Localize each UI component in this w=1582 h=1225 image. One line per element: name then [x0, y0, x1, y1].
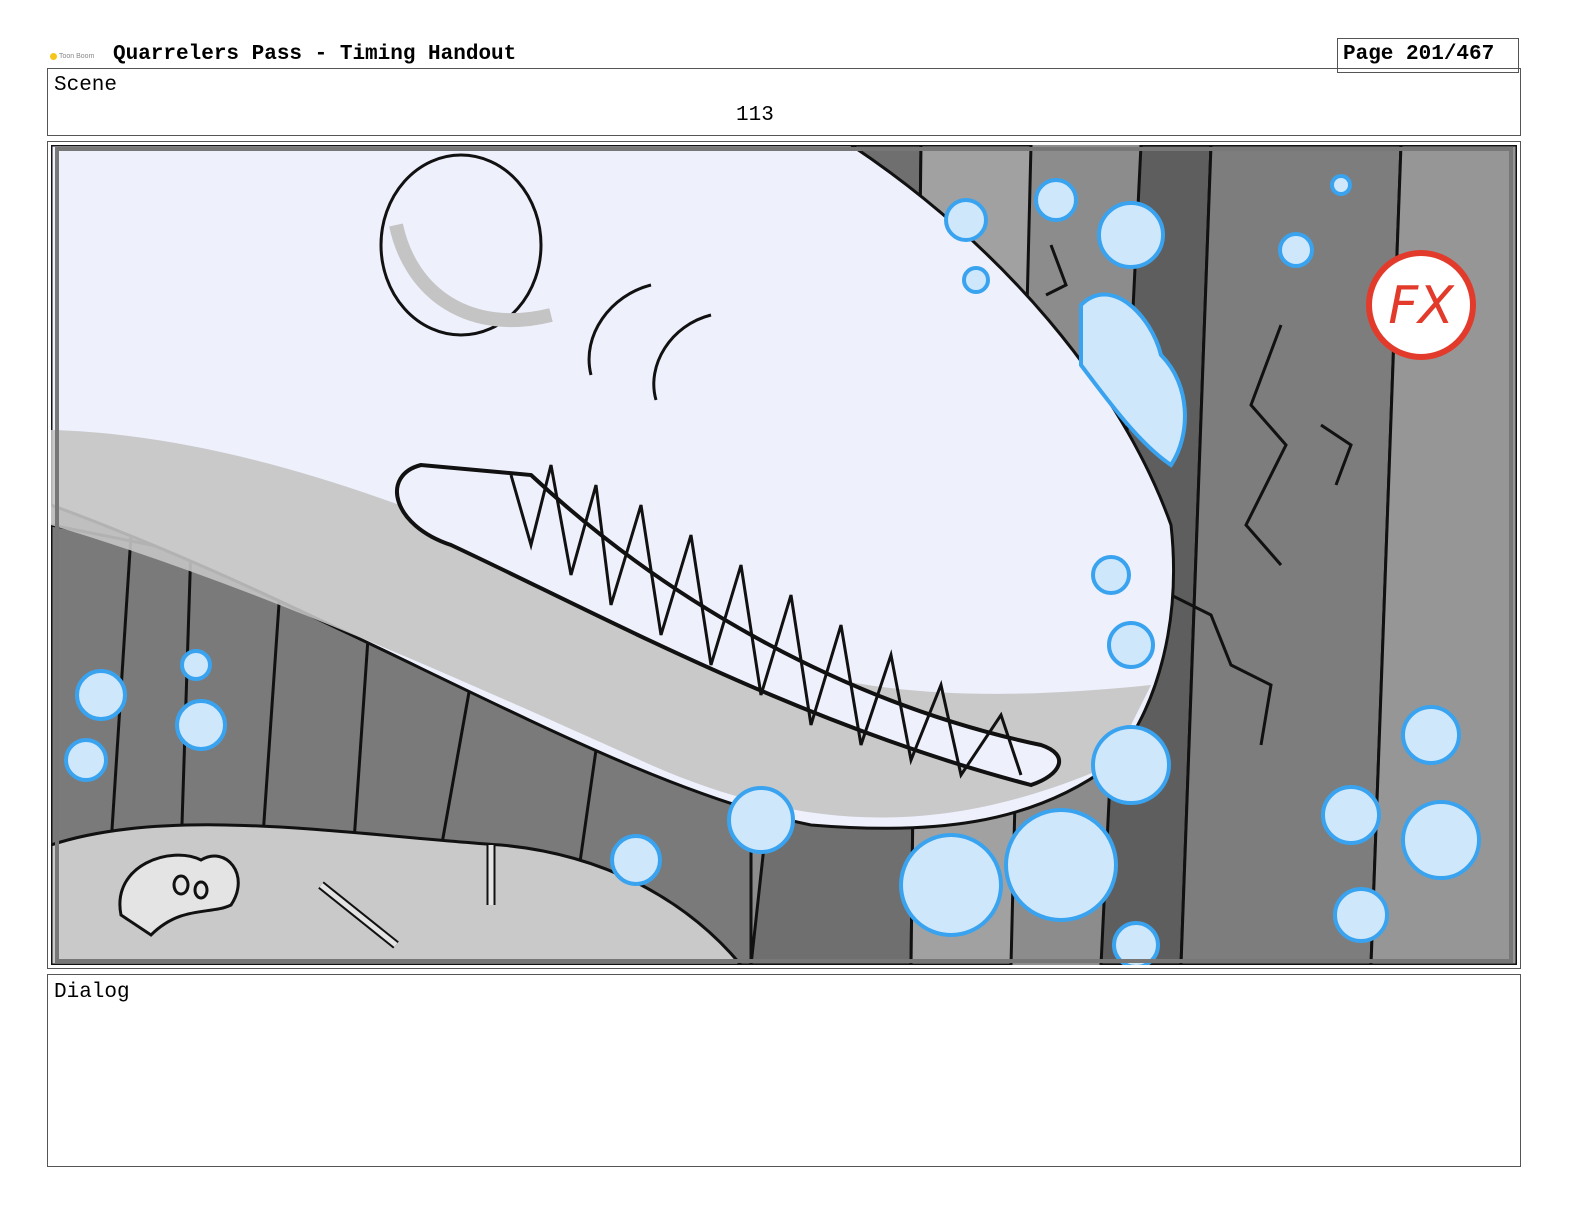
scene-label: Scene: [54, 74, 118, 97]
page-number: Page 201/467: [1343, 43, 1495, 66]
scene-number: 113: [736, 104, 774, 127]
document-title: Quarrelers Pass - Timing Handout: [113, 43, 517, 66]
logo-text: Toon Boom: [59, 52, 95, 60]
storyboard-panel-image: FX: [51, 145, 1517, 965]
dialog-box: [47, 974, 1521, 1167]
fx-badge: FX: [1366, 250, 1476, 360]
dialog-label: Dialog: [54, 981, 130, 1004]
toon-boom-logo: Toon Boom: [50, 50, 100, 62]
scene-box: [47, 68, 1521, 136]
fx-badge-label: FX: [1388, 276, 1455, 336]
sun-icon: [50, 52, 57, 60]
